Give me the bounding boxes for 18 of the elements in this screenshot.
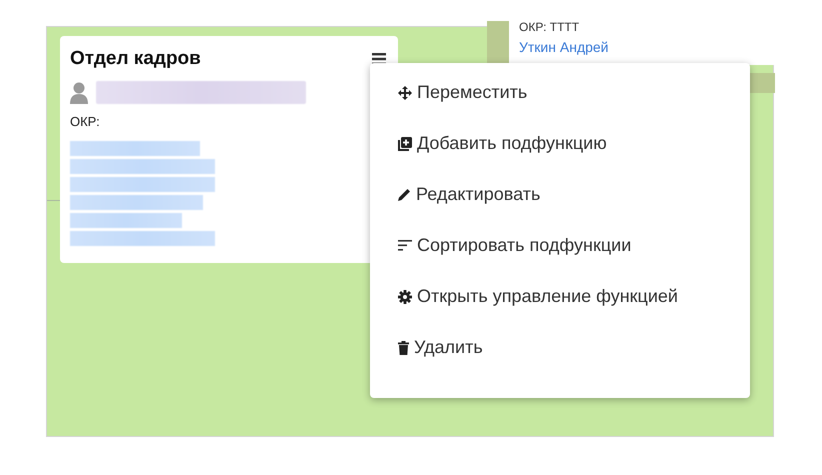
okr-label: ОКР:: [70, 114, 101, 129]
pencil-icon: [398, 188, 411, 201]
person-link[interactable]: Уткин Андрей: [519, 39, 765, 55]
sort-icon: [398, 240, 412, 251]
trash-icon: [398, 340, 409, 354]
person-icon: [70, 82, 88, 104]
menu-item[interactable]: Редактировать: [398, 182, 750, 207]
gear-icon: [398, 290, 412, 304]
menu-item[interactable]: Открыть управление функцией: [398, 284, 750, 309]
menu-item[interactable]: Добавить подфункцию: [398, 131, 750, 156]
menu-item[interactable]: Сортировать подфункции: [398, 233, 750, 258]
okr-text: ОКР: ТТТТ: [519, 19, 580, 35]
menu-item[interactable]: Удалить: [398, 335, 750, 360]
menu-item[interactable]: Переместить: [398, 80, 750, 105]
add-layer-icon: [398, 136, 412, 150]
move-icon: [398, 86, 412, 100]
connector-line: [47, 200, 61, 201]
card-title: Отдел кадров: [70, 48, 201, 70]
